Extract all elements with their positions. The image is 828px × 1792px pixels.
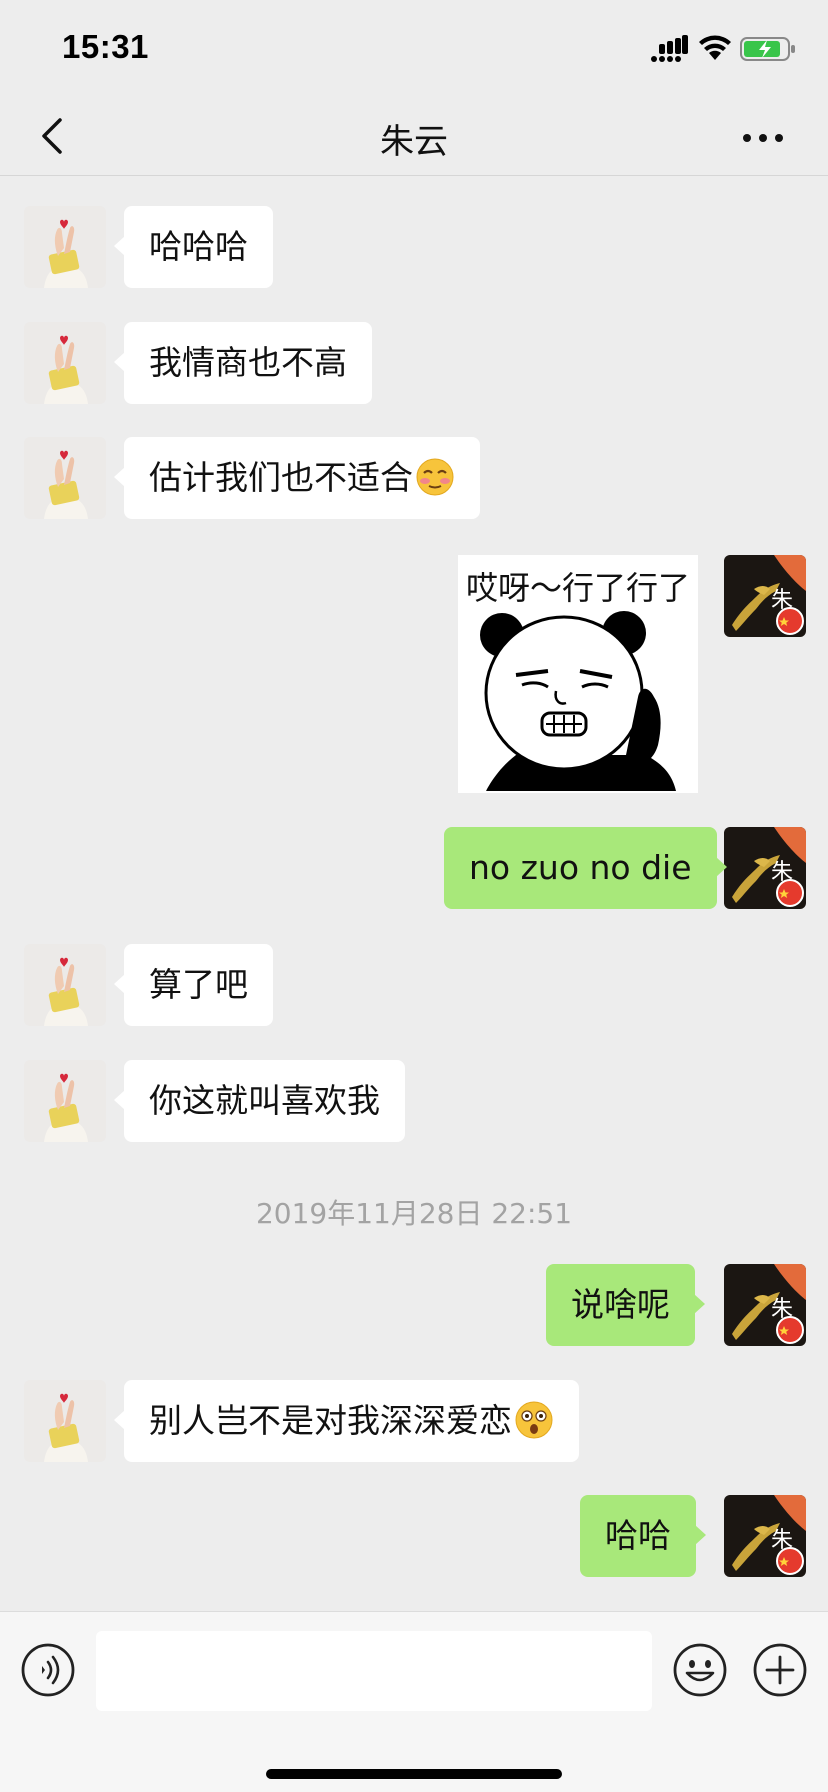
contact-avatar[interactable]: [24, 1380, 106, 1462]
incoming-message-bubble[interactable]: 我情商也不高: [114, 322, 372, 404]
incoming-message-bubble[interactable]: 别人岂不是对我深深爱恋: [114, 1380, 579, 1462]
message-text: 估计我们也不适合: [149, 458, 413, 497]
my-avatar[interactable]: [724, 1495, 806, 1577]
outgoing-message-bubble[interactable]: no zuo no die: [444, 827, 727, 909]
cellular-signal-icon: [651, 35, 688, 62]
contact-avatar[interactable]: [24, 1060, 106, 1142]
my-avatar[interactable]: [724, 555, 806, 637]
incoming-message-bubble[interactable]: 估计我们也不适合: [114, 437, 480, 519]
message-text: 算了吧: [149, 965, 248, 1004]
message-text: 你这就叫喜欢我: [149, 1081, 380, 1120]
contact-avatar[interactable]: [24, 322, 106, 404]
sticker-caption: 哎呀～行了行了: [465, 569, 690, 607]
wifi-icon: [699, 35, 731, 60]
chat-input-bar: [0, 1611, 828, 1792]
status-time: 15:31: [62, 28, 149, 65]
incoming-message-bubble[interactable]: 算了吧: [114, 944, 273, 1026]
more-options-icon[interactable]: [740, 116, 786, 160]
chat-header: 朱云: [0, 100, 828, 176]
incoming-message-bubble[interactable]: 你这就叫喜欢我: [114, 1060, 405, 1142]
astonished-face-emoji: [515, 1401, 553, 1438]
message-text: 别人岂不是对我深深爱恋: [149, 1401, 512, 1440]
message-text: no zuo no die: [469, 848, 692, 887]
message-input[interactable]: [96, 1631, 652, 1711]
more-functions-plus-icon[interactable]: [752, 1642, 808, 1698]
chat-title: 朱云: [380, 122, 448, 162]
status-bar: 15:31: [0, 0, 828, 100]
my-avatar[interactable]: [724, 1264, 806, 1346]
incoming-message-bubble[interactable]: 哈哈哈: [114, 206, 273, 288]
outgoing-message-bubble[interactable]: 说啥呢: [546, 1264, 705, 1346]
contact-avatar[interactable]: [24, 206, 106, 288]
battery-charging-icon: [740, 37, 795, 61]
home-indicator[interactable]: [266, 1769, 562, 1779]
message-list[interactable]: 哈哈哈 我情商也不高 估计我们也不适合 哎呀～行了行了 no zuo no di…: [0, 177, 828, 1611]
outgoing-message-bubble[interactable]: 哈哈: [580, 1495, 706, 1577]
message-text: 哈哈: [605, 1516, 671, 1555]
voice-input-icon[interactable]: [20, 1642, 76, 1698]
message-text: 说啥呢: [571, 1285, 670, 1324]
message-text: 我情商也不高: [149, 343, 347, 382]
emoji-picker-icon[interactable]: [672, 1642, 728, 1698]
contact-avatar[interactable]: [24, 437, 106, 519]
my-avatar[interactable]: [724, 827, 806, 909]
message-text: 哈哈哈: [149, 227, 248, 266]
panda-pushing-away-sticker-icon: [480, 611, 676, 791]
sticker-message[interactable]: 哎呀～行了行了: [458, 555, 698, 793]
flushed-face-emoji: [416, 458, 454, 495]
chat-timestamp: 2019年11月28日 22:51: [255, 1197, 573, 1230]
contact-avatar[interactable]: [24, 944, 106, 1026]
